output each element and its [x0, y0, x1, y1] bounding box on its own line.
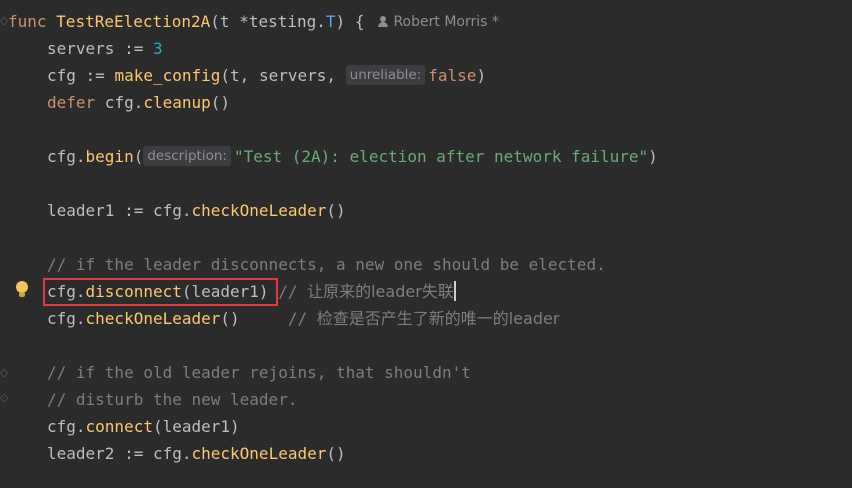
code-text: ): [476, 66, 487, 85]
code-text: cfg.: [95, 93, 144, 112]
code-text: cfg.: [47, 417, 86, 436]
code-line-10[interactable]: // if the old leader rejoins, that shoul…: [47, 359, 471, 386]
function-name: TestReElection2A: [56, 12, 211, 31]
keyword-func: func: [8, 12, 47, 31]
annotation-highlight-box: [43, 278, 278, 306]
type-name: T: [325, 12, 336, 31]
parameter-hint: description:: [143, 146, 231, 166]
code-text: cfg.: [47, 147, 86, 166]
fold-marker-icon[interactable]: ◇: [0, 391, 8, 404]
number-literal: 3: [152, 39, 163, 58]
string-literal: "Test (2A): election after network failu…: [233, 147, 649, 166]
code-text: ): [648, 147, 658, 166]
code-editor[interactable]: ◇ ◇ ◇ func TestReElection2A(t *testing.T…: [0, 0, 852, 488]
method-call: checkOneLeader: [85, 309, 221, 328]
code-text: cfg :=: [47, 66, 115, 85]
keyword-defer: defer: [47, 93, 96, 112]
method-call: begin: [85, 147, 134, 166]
code-line-9[interactable]: cfg.checkOneLeader() // 检查是否产生了新的唯一的lead…: [47, 305, 559, 332]
code-text: (t: [210, 12, 240, 31]
code-text: (): [326, 201, 346, 220]
code-line-3[interactable]: cfg := make_config(t, servers, unreliabl…: [47, 62, 486, 89]
code-line-2[interactable]: servers := 3: [47, 35, 163, 62]
method-call: checkOneLeader: [191, 444, 327, 463]
code-comment: // if the leader disconnects, a new one …: [47, 255, 606, 274]
bool-literal: false: [428, 66, 477, 85]
fold-marker-icon[interactable]: ◇: [0, 14, 8, 27]
user-icon: [378, 16, 389, 27]
code-line-6[interactable]: leader1 := cfg.checkOneLeader(): [47, 197, 346, 224]
code-text: ) {: [335, 12, 365, 31]
code-text: servers :=: [47, 39, 153, 58]
code-text: leader2 := cfg.: [47, 444, 192, 463]
code-text: (t, servers,: [220, 66, 346, 85]
code-comment: 检查是否产生了新的唯一的leader: [316, 309, 560, 328]
code-comment: 让原来的leader失联: [307, 282, 454, 301]
code-line-1[interactable]: func TestReElection2A(t *testing.T) { Rob…: [8, 8, 499, 35]
code-text: cfg.: [47, 309, 86, 328]
code-text: (leader1): [152, 417, 240, 436]
code-line-4[interactable]: defer cfg.cleanup(): [47, 89, 230, 116]
function-call: make_config: [114, 66, 221, 85]
code-text: *: [239, 12, 249, 31]
code-comment: // disturb the new leader.: [47, 390, 298, 409]
code-text: testing.: [248, 12, 326, 31]
code-line-12[interactable]: cfg.connect(leader1): [47, 413, 240, 440]
code-comment: // if the old leader rejoins, that shoul…: [47, 363, 471, 382]
code-line-11[interactable]: // disturb the new leader.: [47, 386, 297, 413]
method-call: checkOneLeader: [191, 201, 327, 220]
lightbulb-icon[interactable]: [15, 281, 29, 299]
parameter-hint: unreliable:: [345, 65, 426, 85]
code-text: (): [210, 93, 231, 112]
code-text: (: [133, 147, 144, 166]
code-line-13[interactable]: leader2 := cfg.checkOneLeader(): [47, 440, 346, 467]
code-text: (): [220, 309, 240, 328]
fold-marker-icon[interactable]: ◇: [0, 366, 8, 379]
code-comment: //: [239, 309, 317, 328]
author-hint[interactable]: Robert Morris *: [378, 9, 499, 36]
code-text: (): [326, 444, 346, 463]
code-line-5[interactable]: cfg.begin(description: "Test (2A): electi…: [47, 143, 658, 170]
code-line-7[interactable]: // if the leader disconnects, a new one …: [47, 251, 606, 278]
code-text: leader1 := cfg.: [47, 201, 192, 220]
author-name: Robert Morris *: [393, 14, 499, 30]
method-call: cleanup: [143, 93, 211, 112]
method-call: connect: [85, 417, 153, 436]
text-caret: [453, 281, 456, 301]
